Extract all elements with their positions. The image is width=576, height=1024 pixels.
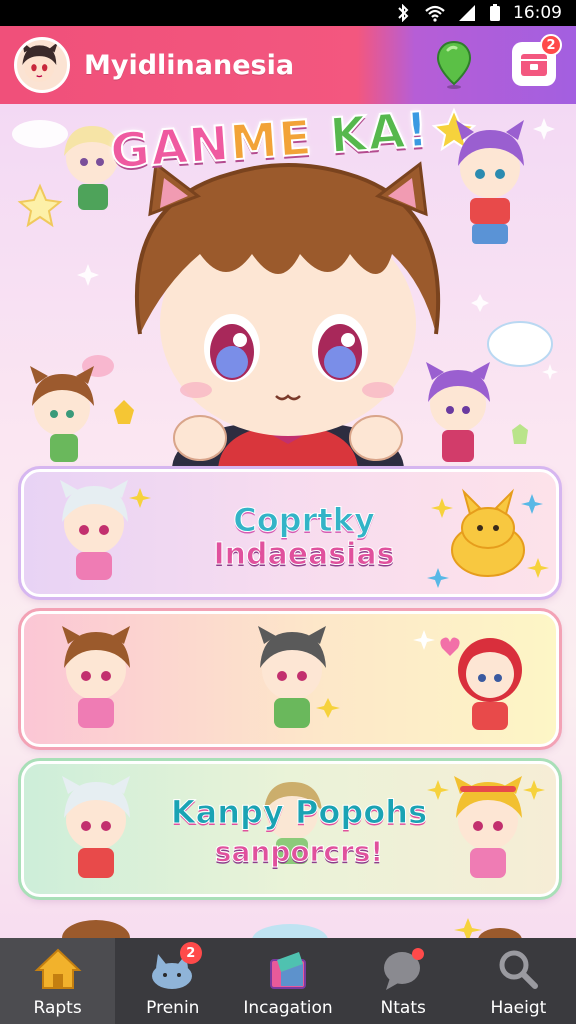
card-1-title: Coprtky — [233, 501, 376, 539]
nav-item-incagation[interactable]: Incagation — [230, 938, 345, 1024]
battery-icon — [490, 4, 500, 21]
avatar[interactable] — [14, 37, 70, 93]
card-3-title: Kanpy Popohs — [170, 793, 428, 831]
hero-title-part: ME — [227, 109, 315, 173]
nav-label: Ntats — [380, 998, 426, 1018]
feature-card-3[interactable]: Kanpy Popohs sanporcrs! — [18, 758, 562, 900]
nav-label: Rapts — [33, 998, 82, 1018]
nav-label: Prenin — [146, 998, 200, 1018]
status-time: 16:09 — [513, 3, 562, 23]
card-2-art — [62, 626, 522, 730]
card-3-subtitle: sanporcrs! — [214, 835, 384, 868]
nav-badge: 2 — [179, 942, 202, 964]
nav-label: Haeigt — [490, 998, 547, 1018]
app-title: Myidlinanesia — [84, 49, 295, 81]
card-3-art — [62, 776, 545, 878]
nav-item-haeigt[interactable]: Haeigt — [461, 938, 576, 1024]
main-content: GANME KA! Coprtky Indaeasias Kanpy Popoh… — [0, 104, 576, 938]
home-icon — [34, 948, 82, 989]
nav-item-rapts[interactable]: Rapts — [0, 938, 116, 1024]
bottom-navigation: Rapts 2 Prenin Incagation Ntats Haeigt — [0, 938, 576, 1024]
gift-icon — [270, 952, 306, 989]
search-icon — [499, 950, 539, 989]
wifi-icon — [425, 5, 445, 22]
cat-icon: 2 — [148, 942, 202, 992]
hero-title-part: GAN — [107, 115, 232, 181]
status-bar: 16:09 — [0, 0, 576, 26]
store-badge: 2 — [540, 34, 562, 56]
card-1-subtitle: Indaeasias — [213, 537, 395, 572]
nav-label: Incagation — [243, 998, 333, 1018]
signal-icon — [459, 5, 475, 21]
feature-card-2[interactable] — [18, 608, 562, 750]
hero-title-part: ! — [403, 104, 432, 160]
next-card-peek — [62, 918, 522, 938]
map-pin-button[interactable] — [434, 40, 474, 90]
map-pin-icon — [436, 40, 472, 89]
bluetooth-icon — [398, 4, 409, 22]
store-button[interactable]: 2 — [512, 34, 562, 86]
nav-item-prenin[interactable]: 2 Prenin — [115, 938, 230, 1024]
nav-item-ntats[interactable]: Ntats — [346, 938, 461, 1024]
chat-icon — [378, 946, 428, 992]
hero-title-part: KA — [310, 104, 409, 166]
feature-card-1[interactable]: Coprtky Indaeasias — [18, 466, 562, 600]
app-header: Myidlinanesia 2 — [0, 26, 576, 104]
